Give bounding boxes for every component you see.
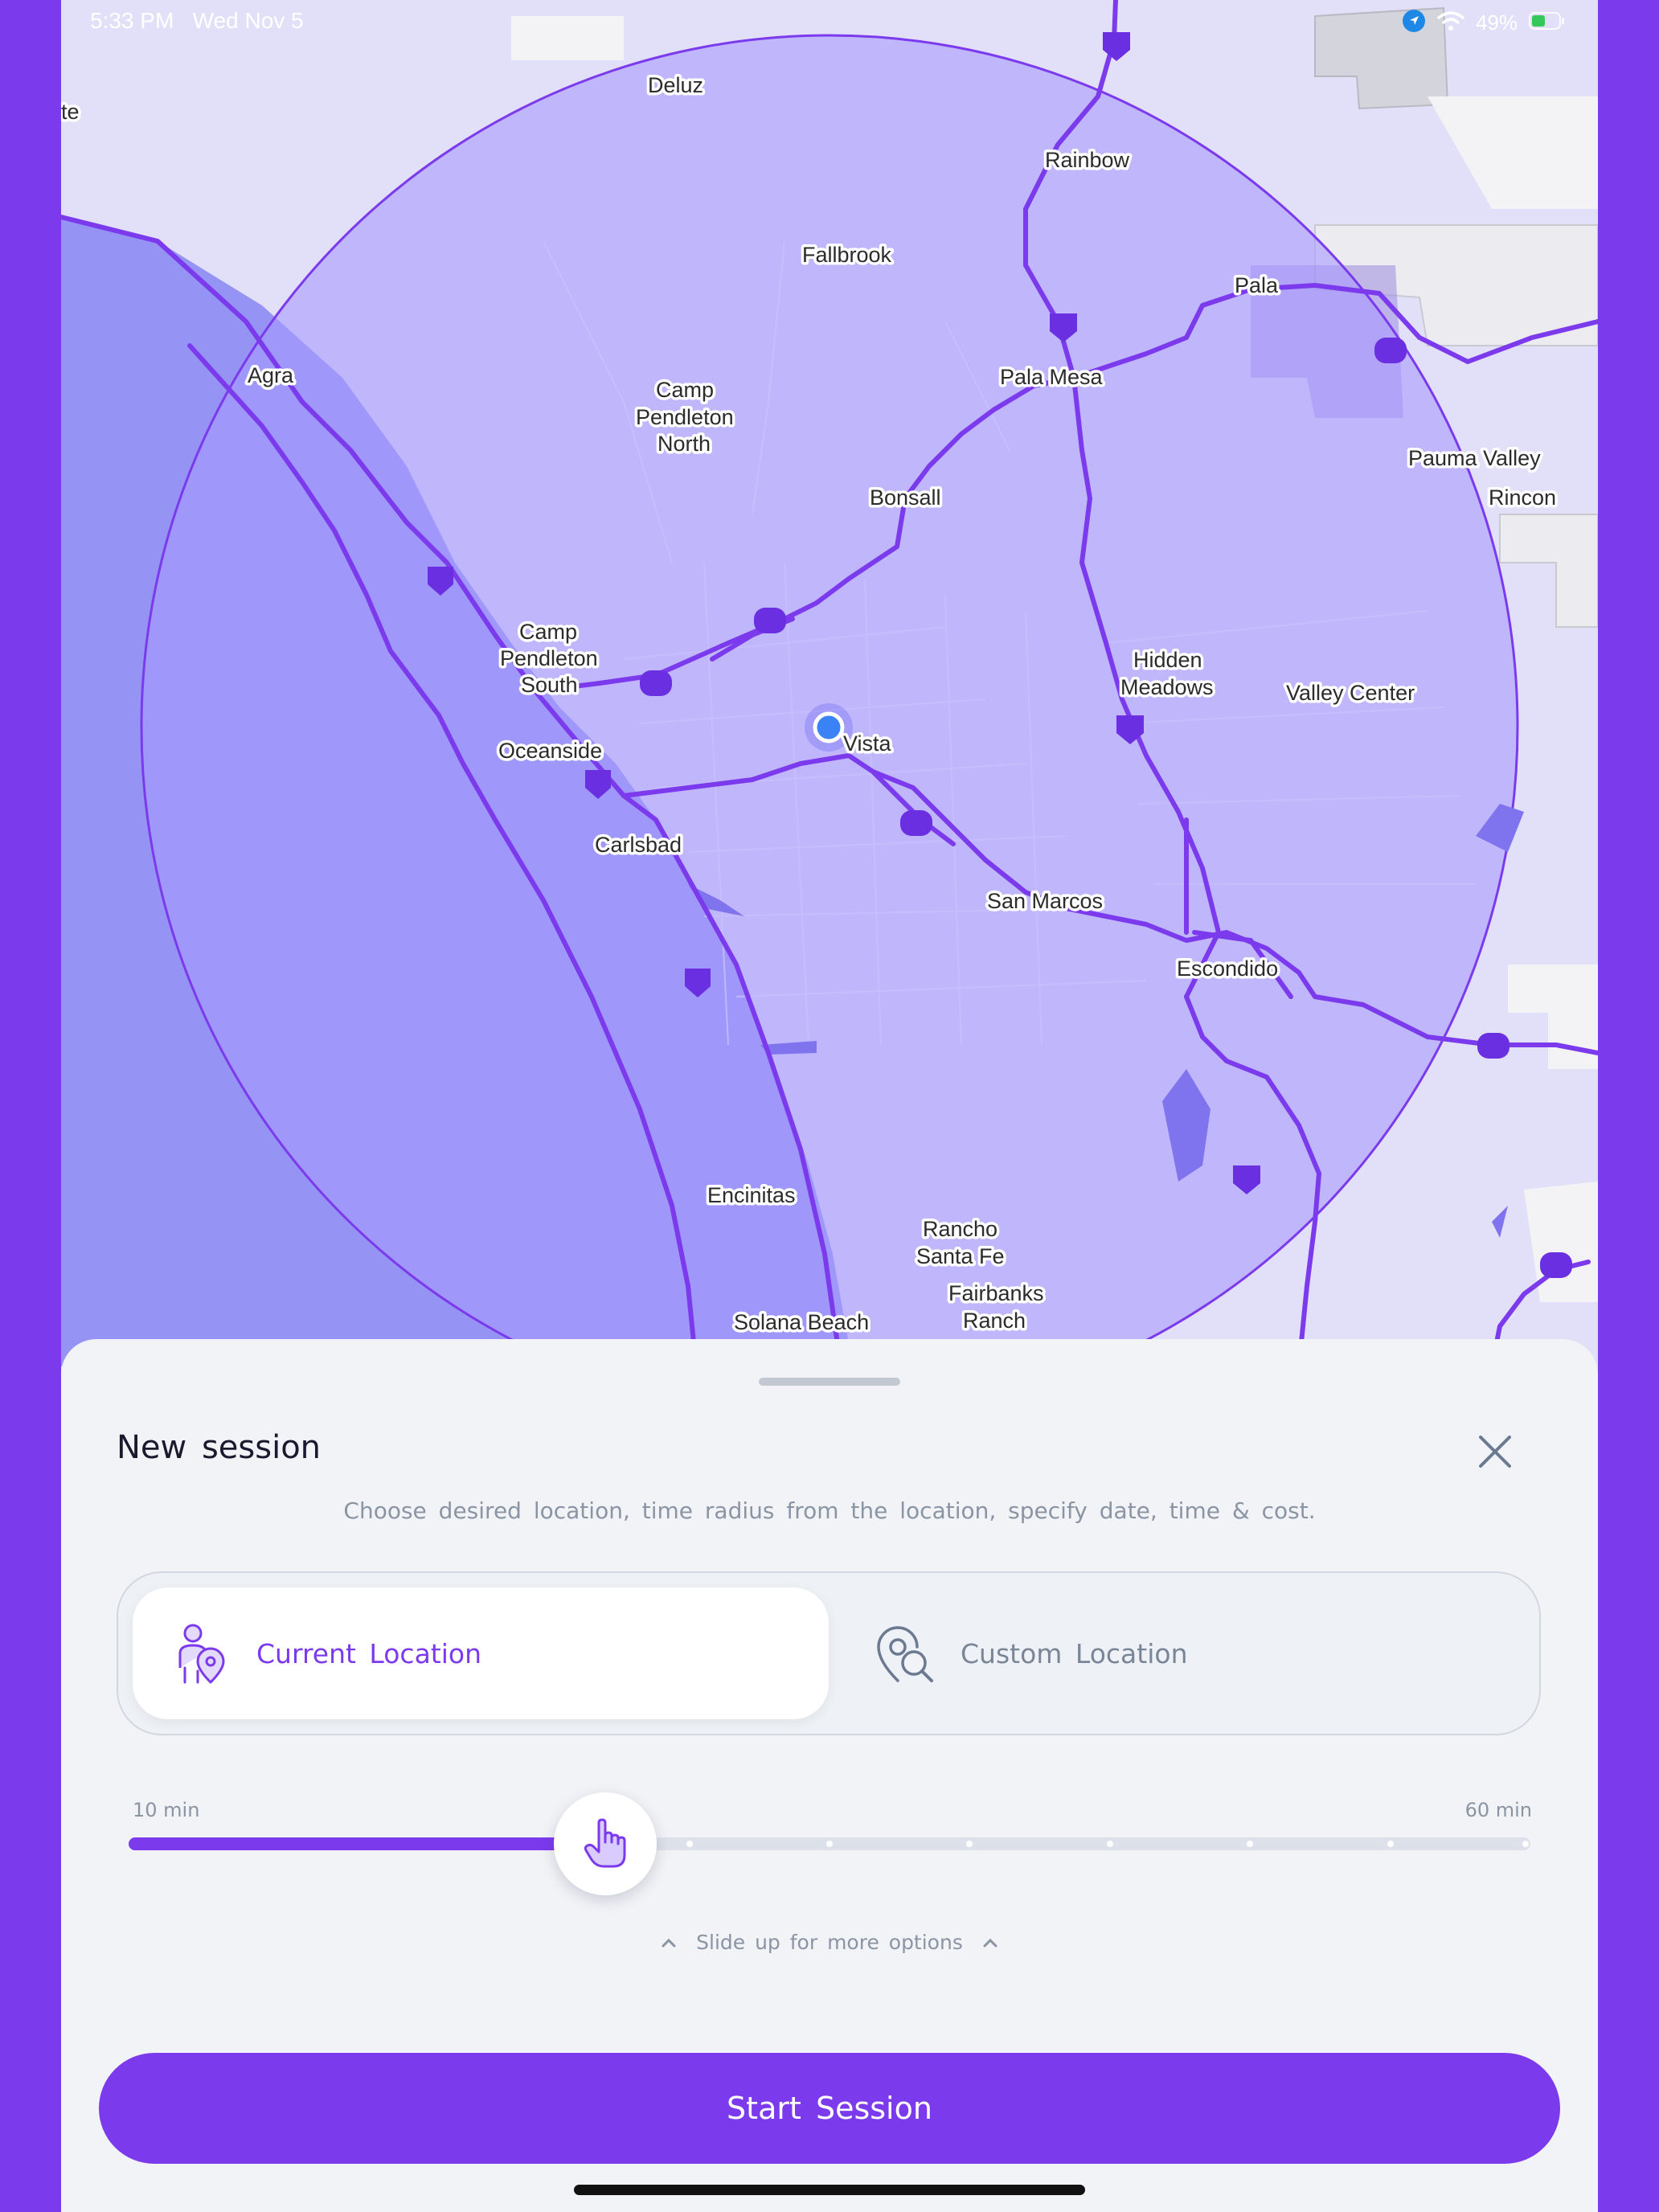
map-label: Rainbow: [1045, 148, 1130, 172]
sheet-title: New session: [117, 1429, 322, 1466]
map-label: te: [61, 100, 80, 124]
slider-step-dot: [826, 1841, 833, 1847]
custom-location-option[interactable]: Custom Location: [842, 1587, 1525, 1719]
slider-step-dot: [1247, 1841, 1254, 1847]
map-label: North: [657, 432, 711, 456]
battery-icon: [1529, 11, 1566, 34]
slider-max-label: 60 min: [1464, 1799, 1532, 1821]
location-type-selector: Current Location Custom Location: [117, 1571, 1541, 1735]
map-label: Hidden: [1133, 648, 1202, 672]
map-label: Pauma Valley: [1408, 446, 1541, 470]
current-location-option[interactable]: Current Location: [133, 1587, 829, 1719]
pointing-hand-icon: [584, 1818, 626, 1868]
close-button[interactable]: [1473, 1429, 1518, 1474]
map-label: Rincon: [1489, 485, 1556, 510]
status-time: 5:33 PM: [90, 8, 174, 33]
map-label: Fallbrook: [802, 243, 892, 267]
custom-location-label: Custom Location: [961, 1637, 1188, 1669]
sheet-subtitle: Choose desired location, time radius fro…: [343, 1497, 1316, 1524]
slider-step-dot: [966, 1841, 973, 1847]
slider-min-label: 10 min: [133, 1799, 200, 1821]
slider-step-dot: [1106, 1841, 1113, 1847]
map-label: Deluz: [648, 73, 703, 97]
map-label: Vista: [843, 731, 892, 756]
slider-step-dot: [1522, 1841, 1529, 1847]
sheet-grabber[interactable]: [759, 1378, 900, 1386]
map-label: Pendleton: [636, 405, 734, 429]
current-location-dot[interactable]: [813, 711, 845, 743]
map-label: Ranch: [963, 1309, 1026, 1333]
map-label: Camp: [656, 378, 714, 402]
map-label: Valley Center: [1286, 681, 1415, 705]
current-location-label: Current Location: [256, 1637, 482, 1669]
map-label: Pala Mesa: [1000, 365, 1104, 389]
map-label: Escondido: [1177, 956, 1278, 981]
close-icon: [1479, 1436, 1511, 1468]
more-options-label: Slide up for more options: [696, 1931, 963, 1954]
map-label: Fairbanks: [948, 1281, 1044, 1305]
map-label: Pendleton: [500, 646, 598, 670]
status-indicators: 49%: [1402, 10, 1566, 35]
location-search-icon: [874, 1621, 938, 1686]
map-label: South: [521, 673, 578, 697]
more-options-hint[interactable]: Slide up for more options: [61, 1931, 1598, 1954]
map-canvas[interactable]: Deluz Rainbow Fallbrook Pala Agra Camp P…: [61, 0, 1598, 1366]
map-label: Agra: [248, 363, 294, 387]
map-label: Meadows: [1120, 675, 1214, 699]
slider-step-dot: [1387, 1841, 1394, 1847]
map-label: Carlsbad: [595, 833, 682, 857]
status-bar: 5:33 PM Wed Nov 5 49%: [61, 0, 1598, 45]
slider-step-dot: [686, 1841, 693, 1847]
map-label: Solana Beach: [734, 1310, 869, 1334]
chevron-up-icon: [662, 1938, 676, 1947]
start-session-button[interactable]: Start Session: [99, 2053, 1560, 2164]
map-label: Encinitas: [707, 1183, 796, 1207]
time-radius-slider-fill: [129, 1837, 605, 1850]
app-screen: Deluz Rainbow Fallbrook Pala Agra Camp P…: [61, 0, 1598, 2212]
status-date: Wed Nov 5: [192, 8, 304, 33]
map-view[interactable]: Deluz Rainbow Fallbrook Pala Agra Camp P…: [61, 0, 1598, 1366]
person-location-pin-icon: [170, 1621, 234, 1686]
time-radius-slider-thumb[interactable]: [553, 1792, 657, 1895]
home-indicator[interactable]: [574, 2185, 1085, 2195]
wifi-icon: [1437, 10, 1464, 35]
status-time-date: 5:33 PM Wed Nov 5: [90, 8, 304, 34]
map-label: Santa Fe: [916, 1244, 1005, 1268]
map-label: Rancho: [923, 1217, 997, 1241]
location-arrow-icon: [1402, 9, 1426, 36]
map-label: San Marcos: [987, 889, 1103, 913]
map-label: Oceanside: [498, 739, 602, 763]
time-radius-slider-track[interactable]: [129, 1837, 1530, 1850]
map-label: Pala: [1235, 273, 1279, 297]
battery-percentage: 49%: [1475, 10, 1518, 35]
map-label: Bonsall: [870, 485, 941, 510]
map-label: Camp: [519, 620, 577, 644]
chevron-up-icon: [983, 1938, 997, 1947]
